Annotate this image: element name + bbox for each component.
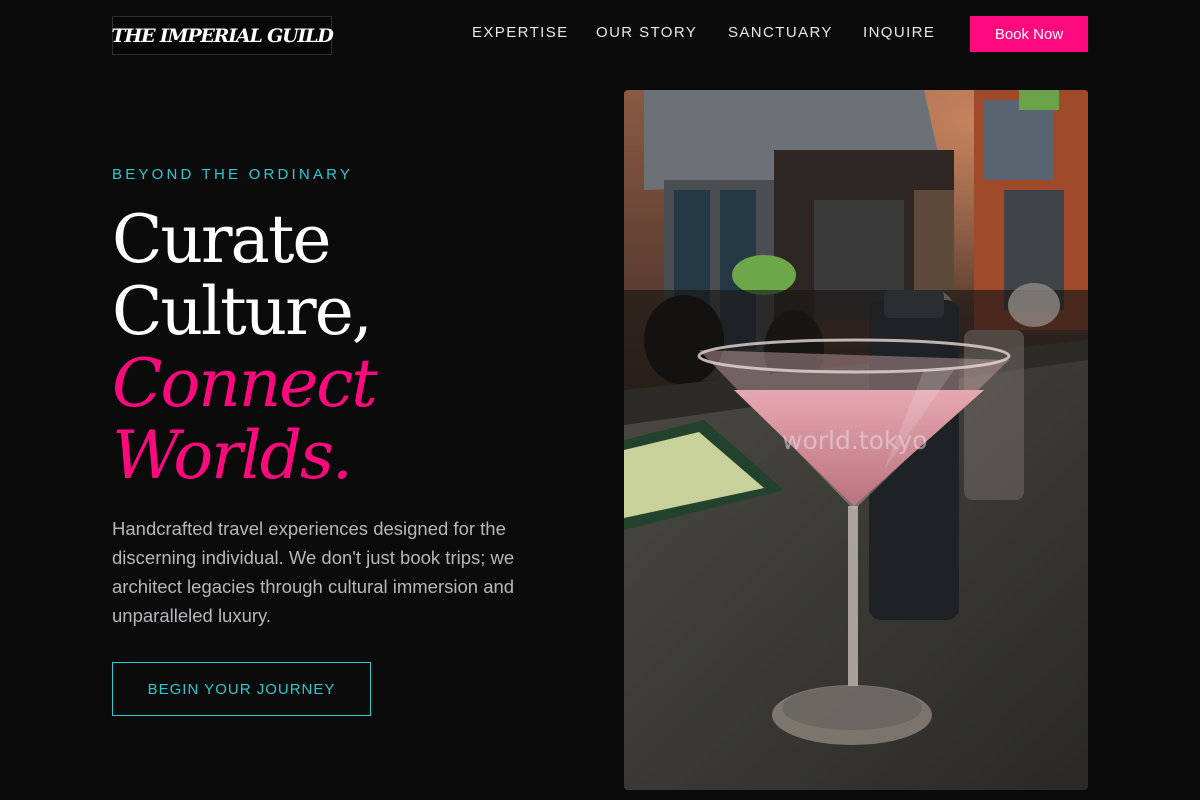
image-watermark: world.tokyo xyxy=(782,426,928,455)
brand-logo[interactable]: THE IMPERIAL GUILD xyxy=(111,16,334,55)
hero-eyebrow: BEYOND THE ORDINARY xyxy=(112,166,354,183)
begin-journey-button[interactable]: BEGIN YOUR JOURNEY xyxy=(112,662,371,716)
headline-line-connect: Connect xyxy=(112,345,378,422)
headline-line-worlds: Worlds. xyxy=(112,417,353,494)
headline-line-curate: Curate xyxy=(112,201,331,278)
hero-headline: Curate Culture, Connect Worlds. xyxy=(112,201,378,494)
headline-line-culture: Culture, xyxy=(112,273,373,350)
hero-image-cocktail: world.tokyo xyxy=(624,90,1088,790)
nav-link-our-story[interactable]: OUR STORY xyxy=(596,24,697,41)
book-now-button[interactable]: Book Now xyxy=(970,16,1088,52)
brand-logo-text: THE IMPERIAL GUILD xyxy=(111,24,333,47)
nav-link-sanctuary[interactable]: SANCTUARY xyxy=(728,24,833,41)
top-navigation: THE IMPERIAL GUILD EXPERTISE OUR STORY S… xyxy=(0,0,1200,70)
hero-description: Handcrafted travel experiences designed … xyxy=(112,518,515,626)
nav-link-expertise[interactable]: EXPERTISE xyxy=(472,24,569,41)
nav-link-inquire[interactable]: INQUIRE xyxy=(863,24,935,41)
